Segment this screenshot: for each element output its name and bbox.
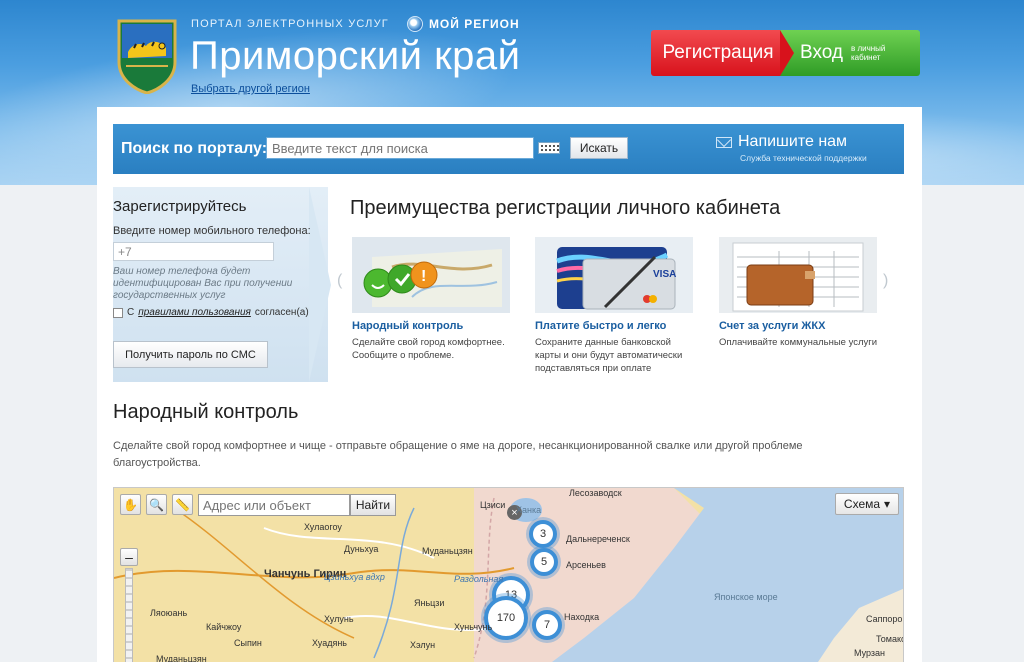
problem-cluster-marker[interactable]: 3 xyxy=(529,520,557,548)
map-label: Хуньчунь xyxy=(454,622,493,632)
zoom-slider-track[interactable] xyxy=(125,568,133,662)
benefits-title: Преимущества регистрации личного кабинет… xyxy=(350,197,781,219)
map-label: Лесозаводск xyxy=(569,488,622,498)
card-text: Сохраните данные банковской карты и они … xyxy=(535,337,683,374)
my-region-badge[interactable]: МОЙ РЕГИОН xyxy=(406,16,520,32)
main-content: Поиск по порталу: Искать Напишите нам Сл… xyxy=(97,107,922,662)
map-type-label: Схема xyxy=(843,497,881,511)
card-text: Оплачивайте коммунальные услуги xyxy=(719,337,878,348)
write-us-subtitle: Служба технической поддержки xyxy=(740,153,867,163)
card-title: Народный контроль xyxy=(352,320,464,332)
agree-prefix: С xyxy=(127,307,135,318)
write-us-link[interactable]: Напишите нам Служба технической поддержк… xyxy=(716,133,867,163)
carousel-prev-icon[interactable]: ( xyxy=(337,272,342,290)
search-label: Поиск по порталу: xyxy=(121,140,268,157)
bank-card-image: VISA xyxy=(535,237,693,313)
change-region-link[interactable]: Выбрать другой регион xyxy=(191,83,310,95)
portal-label: ПОРТАЛ ЭЛЕКТРОННЫХ УСЛУГ xyxy=(191,18,389,30)
map-label: Хулунь xyxy=(324,614,354,624)
map-label: Арсеньев xyxy=(566,560,606,570)
map-label: Муданьцзян xyxy=(156,654,207,662)
phone-hint: Ваш номер телефона будет идентифицирован… xyxy=(113,266,293,301)
map-label: Цзиньхуа вдхр xyxy=(324,572,385,582)
map-label: Яньцзи xyxy=(414,598,445,608)
card-title: Счет за услуги ЖКХ xyxy=(719,320,826,332)
site-title: Приморский край xyxy=(190,34,521,78)
people-control-description: Сделайте свой город комфортнее и чище - … xyxy=(113,440,803,469)
pan-hand-icon[interactable]: ✋ xyxy=(120,494,141,515)
register-button[interactable]: Регистрация xyxy=(651,30,785,76)
portal-search-input[interactable] xyxy=(266,137,534,159)
get-sms-password-button[interactable]: Получить пароль по СМС xyxy=(113,341,268,368)
phone-input[interactable] xyxy=(113,242,274,261)
map-label: Цзиси xyxy=(480,500,506,510)
map-widget[interactable]: ✋ 🔍 📏 Найти Схема ▾ – × 3 5 13 170 7 Чан… xyxy=(113,487,904,662)
map-label: Находка xyxy=(564,612,600,622)
phone-label: Введите номер мобильного телефона: xyxy=(113,225,311,237)
login-arrow-decoration xyxy=(780,30,794,76)
card-title: Платите быстро и легко xyxy=(535,320,667,332)
utilities-bill-image xyxy=(719,237,877,313)
primorye-coat-of-arms-icon xyxy=(117,19,177,94)
map-label: Кайчжоу xyxy=(206,622,242,632)
zoom-area-icon[interactable]: 🔍 xyxy=(146,494,167,515)
map-label: Раздольная xyxy=(454,574,504,584)
login-sub-label: в личный кабинет xyxy=(850,44,886,62)
portal-search-bar: Поиск по порталу: Искать Напишите нам Сл… xyxy=(113,124,904,174)
map-label: Сыпин xyxy=(234,638,262,648)
map-label: Дальнереченск xyxy=(566,534,630,544)
problem-cluster-marker[interactable]: 7 xyxy=(532,610,562,640)
map-label: Хэлун xyxy=(410,640,436,650)
zoom-out-icon[interactable]: – xyxy=(120,548,138,566)
map-label: Ханка xyxy=(516,505,542,515)
map-label: Мурзан xyxy=(854,648,886,658)
map-find-button[interactable]: Найти xyxy=(350,494,396,516)
map-label: Дуньхуа xyxy=(344,544,379,554)
svg-text:VISA: VISA xyxy=(653,269,676,280)
people-control-heading: Народный контроль xyxy=(113,401,299,423)
my-region-label: МОЙ РЕГИОН xyxy=(428,17,520,31)
portal-line: ПОРТАЛ ЭЛЕКТРОННЫХ УСЛУГ МОЙ РЕГИОН xyxy=(191,16,520,32)
map-label: Хуадянь xyxy=(312,638,347,648)
ruler-icon[interactable]: 📏 xyxy=(172,494,193,515)
map-label: Хулаогоу xyxy=(304,522,342,532)
map-label: Муданьцзян xyxy=(422,546,473,556)
problem-cluster-marker[interactable]: 170 xyxy=(484,596,528,640)
map-search-input[interactable] xyxy=(198,494,350,516)
write-us-title: Напишите нам xyxy=(738,133,848,150)
card-text: Сделайте свой город комфортнее. Сообщите… xyxy=(352,337,505,361)
map-type-selector[interactable]: Схема ▾ xyxy=(835,493,899,515)
terms-link[interactable]: правилами пользования xyxy=(138,307,251,318)
login-label: Вход xyxy=(800,42,843,63)
people-control-image: ! xyxy=(352,237,510,313)
search-button[interactable]: Искать xyxy=(570,137,628,159)
svg-text:!: ! xyxy=(421,268,426,285)
agree-row: С правилами пользования согласен(а) xyxy=(113,307,309,318)
benefit-card-utilities[interactable]: Счет за услуги ЖКХ Оплачивайте коммуналь… xyxy=(719,237,879,349)
register-form: Зарегистрируйтесь Введите номер мобильно… xyxy=(113,187,328,382)
carousel-next-icon[interactable]: ) xyxy=(883,272,888,290)
problem-cluster-marker[interactable]: 5 xyxy=(530,548,558,576)
mail-icon xyxy=(716,136,732,148)
zoom-control[interactable]: – xyxy=(120,548,138,662)
agree-checkbox[interactable] xyxy=(113,307,123,318)
chevron-down-icon: ▾ xyxy=(884,497,891,511)
map-label: Томакомай xyxy=(876,634,903,644)
region-globe-icon xyxy=(406,16,423,32)
benefit-card-pay[interactable]: VISA Платите быстро и легко Сохраните да… xyxy=(535,237,695,375)
virtual-keyboard-icon[interactable] xyxy=(538,142,560,154)
register-title: Зарегистрируйтесь xyxy=(113,198,247,215)
benefit-card-people-control[interactable]: ! Народный контроль Сделайте свой город … xyxy=(352,237,512,362)
map-label: Ляоюань xyxy=(150,608,188,618)
map-label: Саппоро xyxy=(866,614,903,624)
login-button[interactable]: Вход в личный кабинет xyxy=(780,30,920,76)
map-label: Японское море xyxy=(714,592,778,602)
agree-suffix: согласен(а) xyxy=(254,307,309,318)
